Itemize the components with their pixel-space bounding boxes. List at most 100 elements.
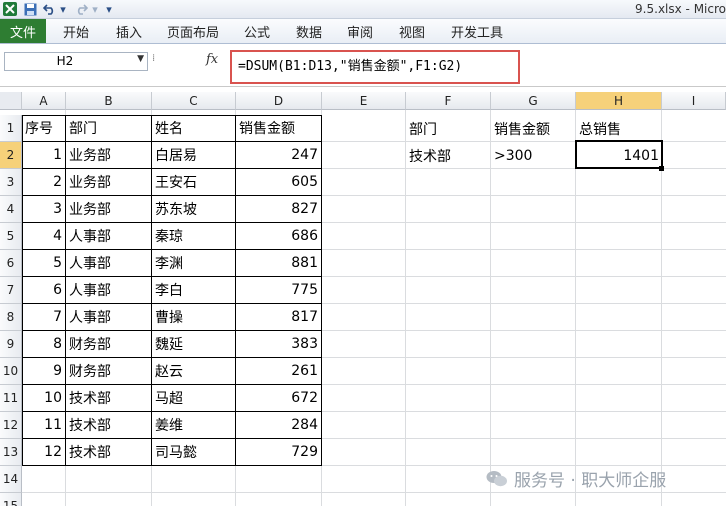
cell-department[interactable]: 业务部 [66,142,152,169]
criteria-header-sales[interactable]: 销售金额 [491,115,576,142]
tab-view[interactable]: 视图 [399,19,425,43]
cell-department[interactable]: 技术部 [66,385,152,412]
cell-name[interactable]: 马超 [152,385,236,412]
cell-sales[interactable]: 775 [236,277,322,304]
row-header-7[interactable]: 7 [0,277,22,304]
cell-name[interactable]: 曹操 [152,304,236,331]
row-header-15[interactable]: 15 [0,493,22,506]
column-header-g[interactable]: G [491,92,576,110]
cell-name[interactable]: 赵云 [152,358,236,385]
name-box[interactable]: H2 ▼ [4,52,148,71]
row-header-12[interactable]: 12 [0,412,22,439]
cell-sales[interactable]: 247 [236,142,322,169]
worksheet-grid[interactable]: A B C D E F G H I 1 2 3 4 5 6 7 8 9 10 1… [0,86,726,506]
result-header-total-sales[interactable]: 总销售 [576,115,662,142]
cell-sales[interactable]: 817 [236,304,322,331]
column-header-i[interactable]: I [662,92,726,110]
row-header-10[interactable]: 10 [0,358,22,385]
column-header-c[interactable]: C [152,92,236,110]
cell-seq[interactable]: 8 [22,331,66,358]
column-header-e[interactable]: E [322,92,406,110]
cell-seq[interactable]: 7 [22,304,66,331]
column-header-f[interactable]: F [406,92,491,110]
cell-seq[interactable]: 9 [22,358,66,385]
cell-seq[interactable]: 11 [22,412,66,439]
table-header-cell[interactable]: 部门 [66,115,152,142]
row-header-9[interactable]: 9 [0,331,22,358]
cell-seq[interactable]: 12 [22,439,66,466]
criteria-header-department[interactable]: 部门 [406,115,491,142]
cell-department[interactable]: 业务部 [66,196,152,223]
customize-toolbar-icon[interactable]: ▾ [104,1,114,17]
cell-name[interactable]: 白居易 [152,142,236,169]
cell-seq[interactable]: 10 [22,385,66,412]
cell-name[interactable]: 秦琼 [152,223,236,250]
cell-seq[interactable]: 3 [22,196,66,223]
criteria-value-sales[interactable]: >300 [491,142,576,169]
cell-sales[interactable]: 383 [236,331,322,358]
table-header-cell[interactable]: 序号 [22,115,66,142]
formula-input[interactable]: =DSUM(B1:D13,"销售金额",F1:G2) [230,50,520,84]
cell-name[interactable]: 苏东坡 [152,196,236,223]
chevron-down-icon[interactable]: ▾ [90,1,100,17]
cell-department[interactable]: 人事部 [66,223,152,250]
tab-insert[interactable]: 插入 [116,19,142,43]
row-header-4[interactable]: 4 [0,196,22,223]
table-header-cell[interactable]: 姓名 [152,115,236,142]
undo-icon[interactable] [42,1,56,17]
cell-seq[interactable]: 2 [22,169,66,196]
row-header-1[interactable]: 1 [0,115,22,142]
cell-sales[interactable]: 284 [236,412,322,439]
cell-department[interactable]: 人事部 [66,277,152,304]
cell-department[interactable]: 人事部 [66,250,152,277]
column-header-h[interactable]: H [576,92,662,110]
column-header-b[interactable]: B [66,92,152,110]
cell-name[interactable]: 魏延 [152,331,236,358]
insert-function-icon[interactable]: fx [206,52,218,67]
cell-name[interactable]: 李白 [152,277,236,304]
cell-department[interactable]: 财务部 [66,331,152,358]
cell-sales[interactable]: 261 [236,358,322,385]
chevron-down-icon[interactable]: ▾ [58,1,68,17]
column-header-d[interactable]: D [236,92,322,110]
row-header-8[interactable]: 8 [0,304,22,331]
row-header-2[interactable]: 2 [0,142,22,169]
criteria-value-department[interactable]: 技术部 [406,142,491,169]
cell-department[interactable]: 技术部 [66,412,152,439]
tab-data[interactable]: 数据 [296,19,322,43]
cell-seq[interactable]: 5 [22,250,66,277]
fill-handle[interactable] [659,166,664,171]
cell-sales[interactable]: 729 [236,439,322,466]
row-header-14[interactable]: 14 [0,466,22,493]
active-cell-selection[interactable] [575,140,663,169]
tab-formulas[interactable]: 公式 [244,19,270,43]
row-header-6[interactable]: 6 [0,250,22,277]
redo-icon[interactable] [74,1,88,17]
column-header-a[interactable]: A [22,92,66,110]
cell-name[interactable]: 司马懿 [152,439,236,466]
cell-sales[interactable]: 827 [236,196,322,223]
cell-seq[interactable]: 4 [22,223,66,250]
tab-home[interactable]: 开始 [63,19,89,43]
cell-sales[interactable]: 605 [236,169,322,196]
tab-review[interactable]: 审阅 [347,19,373,43]
row-header-3[interactable]: 3 [0,169,22,196]
cell-department[interactable]: 人事部 [66,304,152,331]
row-header-5[interactable]: 5 [0,223,22,250]
excel-icon[interactable] [2,1,18,17]
cell-seq[interactable]: 6 [22,277,66,304]
tab-file[interactable]: 文件 [0,19,46,43]
cell-name[interactable]: 姜维 [152,412,236,439]
cell-sales[interactable]: 686 [236,223,322,250]
table-header-cell[interactable]: 销售金额 [236,115,322,142]
cell-sales[interactable]: 881 [236,250,322,277]
select-all-corner[interactable] [0,92,22,110]
chevron-down-icon[interactable]: ▼ [137,54,144,64]
save-icon[interactable] [22,1,38,17]
cell-name[interactable]: 王安石 [152,169,236,196]
cell-department[interactable]: 技术部 [66,439,152,466]
cell-name[interactable]: 李渊 [152,250,236,277]
cell-sales[interactable]: 672 [236,385,322,412]
tab-page-layout[interactable]: 页面布局 [167,19,219,43]
row-header-13[interactable]: 13 [0,439,22,466]
